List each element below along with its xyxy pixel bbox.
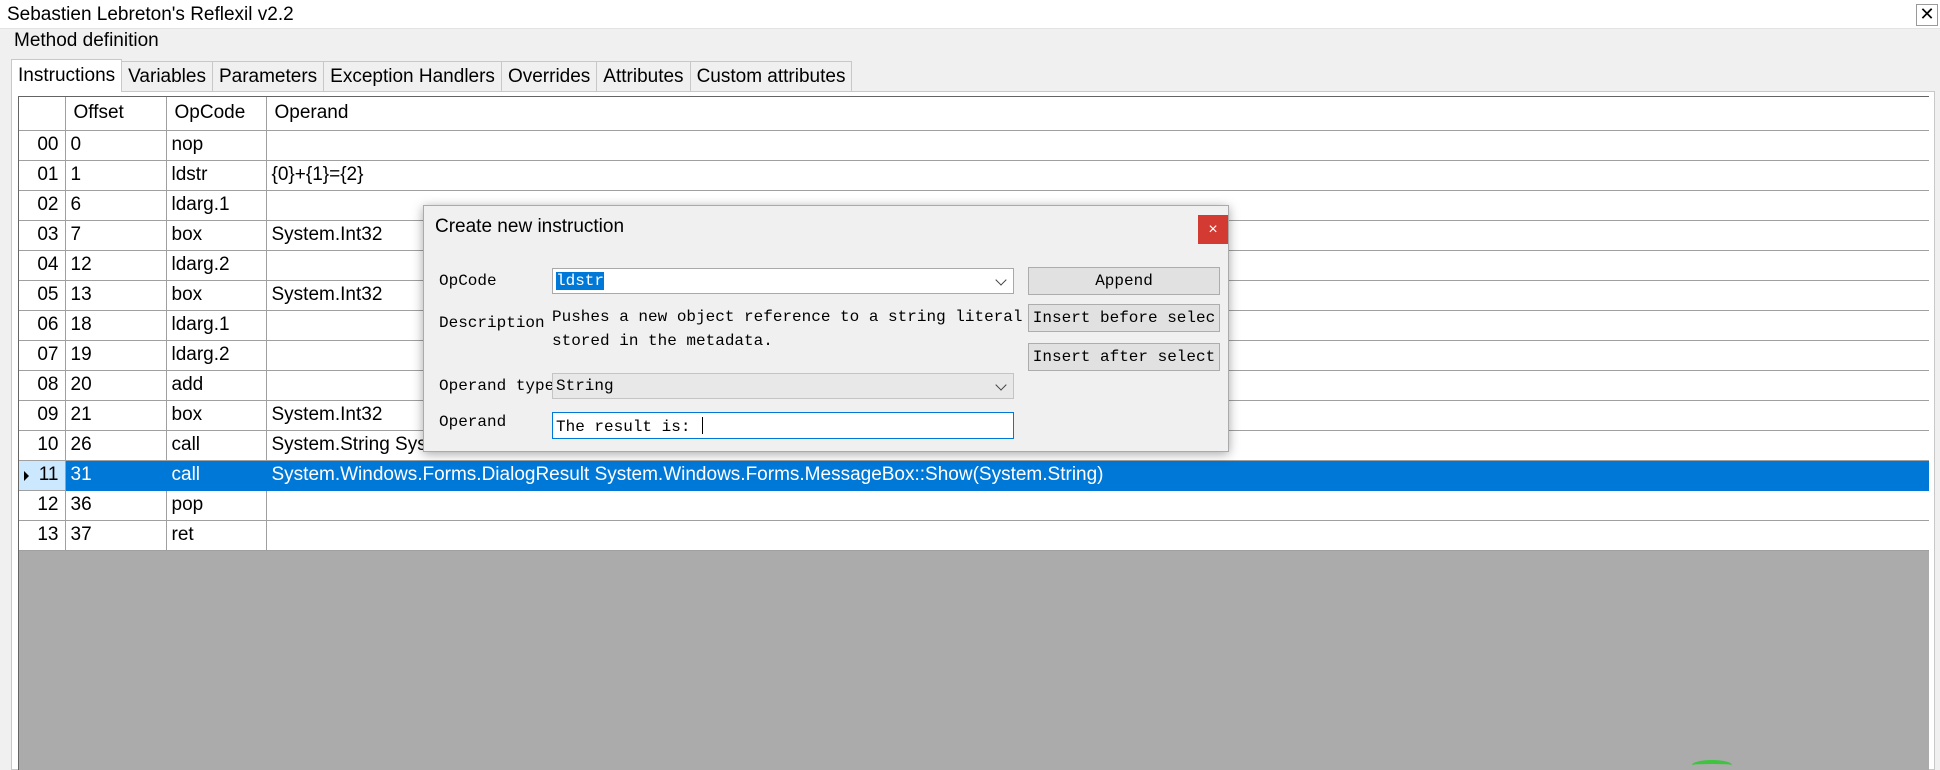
operand-type-combobox[interactable]: String xyxy=(552,373,1014,399)
dialog-close-icon[interactable]: × xyxy=(1198,215,1228,244)
cell-opcode[interactable]: box xyxy=(166,400,267,431)
operand-input-text: The result is: xyxy=(556,418,701,436)
row-index[interactable]: 07 xyxy=(19,340,66,371)
cell-operand[interactable]: {0}+{1}={2} xyxy=(266,160,1929,191)
row-index[interactable]: 04 xyxy=(19,250,66,281)
cell-offset[interactable]: 19 xyxy=(65,340,167,371)
operand-type-value: String xyxy=(556,377,614,395)
row-index[interactable]: 05 xyxy=(19,280,66,311)
row-index[interactable]: 01 xyxy=(19,160,66,191)
cell-opcode[interactable]: call xyxy=(166,460,267,491)
cell-offset[interactable]: 31 xyxy=(65,460,167,491)
cell-offset[interactable]: 21 xyxy=(65,400,167,431)
current-row-arrow-icon xyxy=(24,470,29,481)
window-title: Sebastien Lebreton's Reflexil v2.2 xyxy=(7,4,294,25)
operand-type-label: Operand type xyxy=(439,377,555,395)
opcode-value: ldstr xyxy=(556,272,605,290)
cell-offset[interactable]: 36 xyxy=(65,490,167,521)
cell-operand[interactable] xyxy=(266,520,1929,551)
tab-instructions[interactable]: Instructions xyxy=(11,59,123,92)
cell-opcode[interactable]: pop xyxy=(166,490,267,521)
cell-opcode[interactable]: ret xyxy=(166,520,267,551)
grid-header-row: Offset OpCode Operand xyxy=(19,97,1929,131)
cell-operand[interactable] xyxy=(266,130,1929,161)
cell-opcode[interactable]: box xyxy=(166,220,267,251)
cell-opcode[interactable]: ldarg.2 xyxy=(166,340,267,371)
cell-opcode[interactable]: call xyxy=(166,430,267,461)
cell-opcode[interactable]: ldarg.2 xyxy=(166,250,267,281)
tab-strip: Instructions Variables Parameters Except… xyxy=(11,59,853,92)
tab-parameters[interactable]: Parameters xyxy=(211,61,325,92)
row-index[interactable]: 08 xyxy=(19,370,66,401)
cell-offset[interactable]: 18 xyxy=(65,310,167,341)
tab-custom-attributes[interactable]: Custom attributes xyxy=(689,61,853,92)
column-header-opcode[interactable]: OpCode xyxy=(166,97,267,131)
method-definition-label: Method definition xyxy=(14,30,159,51)
row-index[interactable]: 13 xyxy=(19,520,66,551)
column-header-operand[interactable]: Operand xyxy=(266,97,1929,131)
cell-opcode[interactable]: ldarg.1 xyxy=(166,310,267,341)
table-row-selected[interactable]: 11 31 call System.Windows.Forms.DialogRe… xyxy=(19,460,1929,491)
table-row[interactable]: 12 36 pop xyxy=(19,490,1929,521)
cell-offset[interactable]: 26 xyxy=(65,430,167,461)
text-caret xyxy=(702,417,704,434)
table-row[interactable]: 13 37 ret xyxy=(19,520,1929,551)
decorative-stroke xyxy=(1692,760,1732,770)
cell-offset[interactable]: 7 xyxy=(65,220,167,251)
description-label: Description xyxy=(439,314,545,332)
insert-before-button[interactable]: Insert before selec xyxy=(1028,304,1220,332)
row-index[interactable]: 09 xyxy=(19,400,66,431)
window-close-icon[interactable]: ✕ xyxy=(1916,4,1938,26)
row-index[interactable]: 12 xyxy=(19,490,66,521)
cell-offset[interactable]: 0 xyxy=(65,130,167,161)
cell-offset[interactable]: 1 xyxy=(65,160,167,191)
cell-opcode[interactable]: ldstr xyxy=(166,160,267,191)
row-index[interactable]: 11 xyxy=(19,460,66,491)
cell-opcode[interactable]: add xyxy=(166,370,267,401)
tab-exception-handlers[interactable]: Exception Handlers xyxy=(323,61,502,92)
title-bar: Sebastien Lebreton's Reflexil v2.2 ✕ xyxy=(0,0,1940,29)
row-header-corner xyxy=(19,97,66,131)
column-header-offset[interactable]: Offset xyxy=(65,97,167,131)
operand-input[interactable]: The result is: xyxy=(552,412,1014,439)
opcode-combobox[interactable]: ldstr xyxy=(552,268,1014,294)
table-row[interactable]: 01 1 ldstr {0}+{1}={2} xyxy=(19,160,1929,191)
description-line-2: stored in the metadata. xyxy=(552,332,773,350)
description-line-1: Pushes a new object reference to a strin… xyxy=(552,308,1023,326)
cell-offset[interactable]: 6 xyxy=(65,190,167,221)
chevron-down-icon xyxy=(995,274,1007,286)
chevron-down-icon xyxy=(995,379,1007,391)
cell-offset[interactable]: 13 xyxy=(65,280,167,311)
row-index[interactable]: 02 xyxy=(19,190,66,221)
row-index[interactable]: 10 xyxy=(19,430,66,461)
dialog-title: Create new instruction xyxy=(435,216,625,237)
cell-offset[interactable]: 12 xyxy=(65,250,167,281)
cell-opcode[interactable]: ldarg.1 xyxy=(166,190,267,221)
cell-operand[interactable] xyxy=(266,490,1929,521)
cell-opcode[interactable]: nop xyxy=(166,130,267,161)
opcode-label: OpCode xyxy=(439,272,497,290)
tab-attributes[interactable]: Attributes xyxy=(596,61,691,92)
cell-opcode[interactable]: box xyxy=(166,280,267,311)
row-index[interactable]: 03 xyxy=(19,220,66,251)
cell-offset[interactable]: 37 xyxy=(65,520,167,551)
operand-label: Operand xyxy=(439,413,507,431)
row-index[interactable]: 06 xyxy=(19,310,66,341)
insert-after-button[interactable]: Insert after select xyxy=(1028,343,1220,371)
table-row[interactable]: 00 0 nop xyxy=(19,130,1929,161)
create-instruction-dialog: Create new instruction × OpCode ldstr De… xyxy=(423,205,1229,452)
row-index-text: 11 xyxy=(38,464,59,485)
cell-offset[interactable]: 20 xyxy=(65,370,167,401)
row-index[interactable]: 00 xyxy=(19,130,66,161)
operand-input-value: The result is: xyxy=(556,417,704,436)
cell-operand[interactable]: System.Windows.Forms.DialogResult System… xyxy=(266,460,1929,491)
tab-overrides[interactable]: Overrides xyxy=(500,61,598,92)
tab-variables[interactable]: Variables xyxy=(121,61,213,92)
append-button[interactable]: Append xyxy=(1028,267,1220,295)
